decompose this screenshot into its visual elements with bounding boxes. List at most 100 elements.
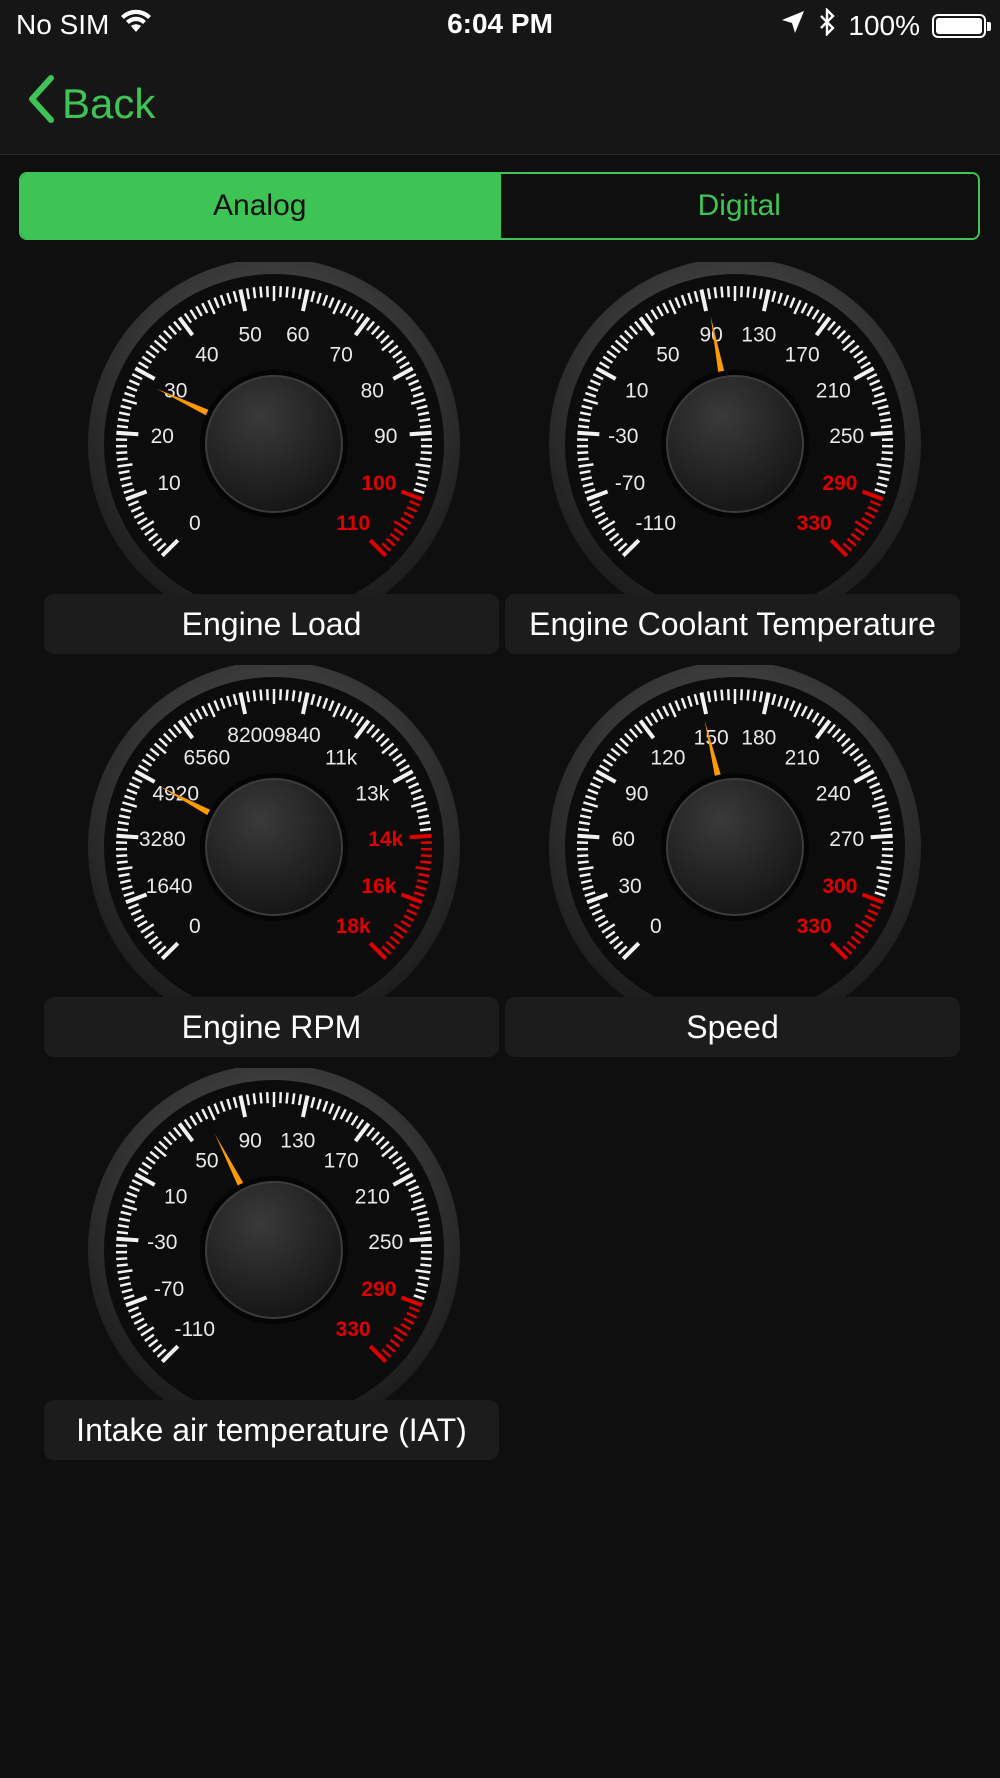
gauge-tick: [419, 1230, 432, 1235]
gauge-tick: [746, 689, 750, 701]
gauge-cell-speed[interactable]: 0 30 60 90 120 150 180 210 240 270 300 330 Speed: [505, 665, 960, 1065]
gauge-tick-label: 10: [625, 379, 648, 402]
gauge-tick-label: -30: [608, 425, 638, 448]
gauge-tick-label: 250: [829, 425, 864, 448]
gauge-tick-label: 100: [361, 472, 396, 495]
gauge-tick-label: 0: [650, 915, 662, 938]
gauge-tick: [870, 430, 893, 437]
gauge-tick-label: 120: [650, 746, 685, 769]
gauge-tick-label: 14k: [368, 828, 403, 851]
gauge-tick-label: 180: [741, 727, 776, 750]
gauge-tick: [420, 1257, 432, 1261]
gauge-tick-label: 210: [816, 379, 851, 402]
back-button[interactable]: Back: [26, 74, 155, 134]
gauge-tick: [578, 821, 591, 826]
gauge-tick: [720, 689, 724, 701]
gauge-tick-label: 13k: [355, 782, 389, 805]
gauge-tick-label: 50: [195, 1149, 218, 1172]
gauge-label-engine-load: Engine Load: [44, 594, 499, 654]
gauge-tick: [881, 457, 893, 462]
gauge-tick-label: 50: [239, 324, 262, 347]
gauge-hub: [205, 375, 343, 513]
gauge-tick-label: 300: [822, 875, 857, 898]
gauge-tick-label: 130: [280, 1130, 315, 1153]
gauge-tick-label: 0: [189, 915, 201, 938]
gauge-tick-label: 6560: [184, 746, 231, 769]
status-right: 100%: [780, 7, 991, 43]
gauge-tick: [577, 430, 600, 437]
gauge-tick-label: 40: [195, 343, 218, 366]
gauge-tick: [420, 854, 432, 858]
gauge-tick-label: 170: [324, 1149, 359, 1172]
gauge-tick: [879, 821, 892, 826]
gauge-tick-label: 330: [797, 512, 832, 535]
gauge-tick-label: 110: [336, 512, 370, 535]
gauge-tick-label: 90: [700, 324, 723, 347]
gauge-tick: [881, 854, 893, 858]
gauge-tick: [720, 286, 724, 298]
gauge-tick: [578, 418, 591, 423]
gauge-tick-label: 20: [151, 425, 174, 448]
gauge-tick-label: -70: [154, 1278, 184, 1301]
gauge-tick: [116, 1263, 128, 1268]
gauge-tick: [419, 827, 432, 832]
gauge-hub: [205, 1181, 343, 1319]
gauge-tick-label: 10: [164, 1185, 187, 1208]
engine-rpm-gauge: 016403280492065608200984011k13k14k16k18k: [88, 665, 460, 1005]
gauge-tick-label: 10: [157, 472, 180, 495]
gauge-tick-label: 60: [612, 828, 635, 851]
segment-digital[interactable]: Digital: [498, 174, 978, 238]
gauge-tick-label: 330: [336, 1318, 371, 1341]
gauge-tick-label: 330: [797, 915, 832, 938]
gauge-tick: [259, 1092, 263, 1104]
gauge-tick: [752, 287, 757, 299]
gauge-label-engine-rpm: Engine RPM: [44, 997, 499, 1057]
gauge-tick: [252, 690, 257, 702]
gauge-tick: [577, 860, 589, 865]
gauge-tick-label: 90: [374, 425, 397, 448]
gauge-tick: [713, 690, 718, 702]
battery-icon: [932, 13, 991, 38]
gauge-tick: [291, 690, 296, 702]
display-mode-segmented-control: Analog Digital: [19, 172, 980, 240]
gauge-tick: [117, 821, 130, 826]
gauge-tick: [419, 424, 432, 429]
gauge-tick-label: 240: [816, 782, 851, 805]
gauge-tick: [577, 833, 600, 840]
gauge-tick-label: 290: [361, 1278, 396, 1301]
gauge-tick-label: 210: [355, 1185, 390, 1208]
gauge-tick: [291, 1093, 296, 1105]
gauge-tick: [420, 1263, 432, 1268]
gauge-tick: [285, 1092, 289, 1104]
gauge-tick-label: 30: [618, 875, 641, 898]
location-arrow-icon: [780, 9, 806, 42]
coolant-temp-gauge: -110 -70 -30 10 50 90 130 170 210 250 290 330: [549, 262, 921, 602]
gauge-tick: [577, 827, 590, 832]
gauge-tick: [259, 689, 263, 701]
gauge-tick-label: -30: [147, 1231, 177, 1254]
gauge-tick: [577, 854, 589, 858]
engine-load-gauge: 01020304050 60708090100110: [88, 262, 460, 602]
status-bar: No SIM 6:04 PM 100%: [0, 0, 1000, 50]
gauge-cell-engine-rpm[interactable]: 0 1640 3280 4920 6560 82009840 11k 13k 14k 16k 18k…: [44, 665, 499, 1065]
gauge-tick: [116, 827, 129, 832]
gauge-cell-iat[interactable]: -110 -70 -30 10 50 90 130 170 210 250 290 330 Intak…: [44, 1068, 499, 1468]
gauge-cell-coolant-temp[interactable]: -110 -70 -30 10 50 90 130 170 210 250 290 330 Engin…: [505, 262, 960, 662]
gauge-tick-label: 290: [822, 472, 857, 495]
gauge-hub: [205, 778, 343, 916]
gauge-tick: [116, 1257, 128, 1261]
gauge-tick-label: 1640: [146, 875, 193, 898]
nav-bar: Back: [0, 50, 1000, 155]
gauge-tick-label: 130: [741, 324, 776, 347]
gauge-tick: [420, 457, 432, 462]
gauge-tick-label: 90: [625, 782, 648, 805]
gauge-tick-label: 18k: [336, 915, 371, 938]
gauge-hub: [666, 375, 804, 513]
gauge-tick: [870, 833, 893, 840]
gauge-tick: [409, 833, 432, 840]
gauge-cell-engine-load[interactable]: 0 10 20 30 40 50 60 70 80 90 100 110 Engine Load: [44, 262, 499, 662]
iat-gauge: -110 -70 -30 10 50 90 130 170 210 250 290 330: [88, 1068, 460, 1408]
segment-analog[interactable]: Analog: [21, 174, 499, 238]
gauge-tick: [117, 1224, 130, 1229]
gauge-tick: [713, 287, 718, 299]
